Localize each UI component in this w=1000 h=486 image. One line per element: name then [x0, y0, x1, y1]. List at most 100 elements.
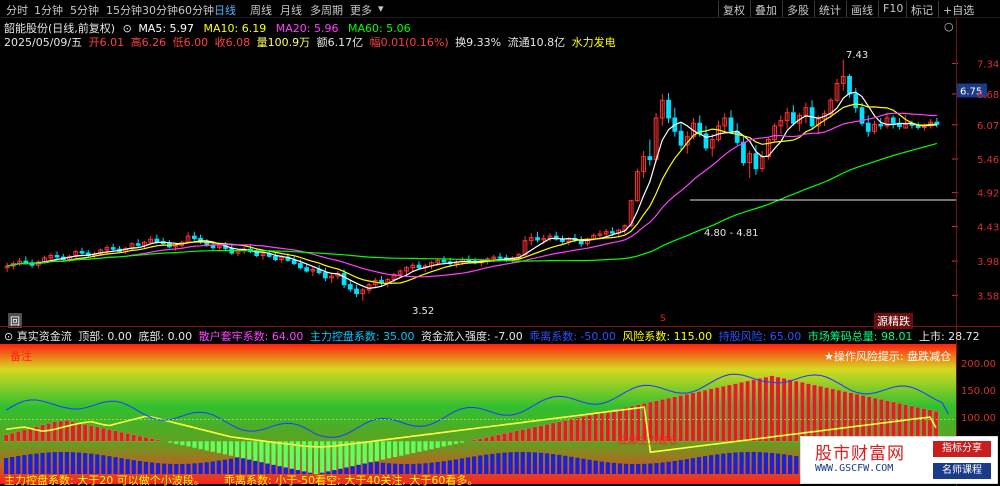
base-bar	[642, 463, 647, 474]
candle-body	[497, 256, 503, 259]
inflow-bar	[581, 416, 586, 442]
low-marker: 3.52	[412, 306, 435, 317]
inflow-bar	[842, 391, 848, 442]
candlestick-chart[interactable]: 6.757.346.686.075.464.924.433.983.58	[0, 0, 1000, 326]
inflow-bar	[28, 428, 33, 442]
base-bar	[684, 459, 689, 474]
candle-body	[890, 117, 896, 124]
inflow-bar	[119, 431, 124, 442]
inflow-bar	[696, 391, 702, 442]
mini-marker: S	[660, 314, 666, 324]
candle-body	[878, 123, 884, 127]
outflow-bar	[253, 441, 258, 461]
base-bar	[551, 454, 556, 474]
base-bar	[64, 452, 70, 474]
inflow-bar	[763, 376, 769, 442]
inflow-bar	[46, 423, 51, 442]
base-bar	[538, 452, 544, 474]
inflow-bar	[563, 420, 568, 442]
watermark-tag-share: 指标分享	[933, 441, 991, 457]
inflow-bar	[781, 378, 787, 442]
outflow-bar	[405, 441, 410, 455]
note-label: 备注	[10, 350, 32, 363]
inflow-bar	[544, 424, 550, 442]
inflow-bar	[599, 412, 605, 442]
listing-value: 上市: 28.72	[918, 330, 980, 343]
inflow-bar	[95, 426, 100, 442]
inflow-bar	[16, 431, 21, 442]
ma10-line	[6, 103, 937, 285]
base-bar	[58, 452, 63, 474]
inflow-bar	[569, 418, 574, 442]
circle-icon[interactable]: ○	[944, 20, 954, 33]
inflow-bar	[143, 437, 149, 442]
price-axis-label-2: 6.07	[977, 121, 999, 132]
indicator-axis-label-2: 100.00	[961, 413, 996, 425]
candle-body	[291, 259, 297, 265]
base-bar	[581, 458, 586, 474]
inflow-bar	[866, 396, 872, 442]
base-bar	[660, 462, 665, 474]
outflow-bar	[198, 441, 203, 450]
inflow-bar	[471, 439, 477, 442]
inflow-bar	[830, 388, 836, 442]
price-axis-label-3: 5.46	[977, 155, 999, 166]
base-bar	[210, 461, 215, 474]
candle-body	[865, 122, 871, 132]
base-bar	[563, 455, 568, 474]
candle-body	[79, 251, 85, 254]
base-bar	[781, 454, 787, 474]
ma5-line	[6, 91, 937, 290]
candle-body	[110, 247, 116, 250]
inflow-bar	[769, 375, 775, 442]
indicator-axis-label-1: 150.00	[961, 386, 996, 398]
inflow-bar	[787, 379, 793, 442]
watermark-title: 股市财富网	[815, 444, 905, 464]
base-bar	[636, 463, 641, 474]
right-axis-separator	[956, 18, 957, 486]
candle-body	[790, 112, 796, 124]
outflow-bar	[241, 441, 246, 459]
indicator-toggle-icon[interactable]: ⊙	[4, 330, 13, 343]
candle-body	[847, 75, 852, 95]
inflow-bar	[550, 422, 556, 442]
base-bar	[745, 452, 750, 474]
outflow-bar	[459, 441, 465, 443]
outflow-bar	[447, 441, 452, 446]
outflow-bar	[210, 441, 215, 452]
inflow-bar	[82, 424, 88, 442]
footer-left-text: 主力控盘系数: 大于20 可以做个小波段。	[4, 474, 205, 486]
top-value: 顶部: 0.00	[78, 330, 132, 343]
inflow-bar	[684, 393, 690, 442]
range-marker: 4.80 - 4.81	[704, 228, 759, 239]
inflow-bar	[502, 433, 507, 442]
inflow-bar	[733, 383, 738, 442]
outflow-bar	[411, 441, 416, 454]
base-bar	[575, 457, 580, 474]
price-axis-label-4: 4.92	[977, 189, 999, 200]
inflow-bar	[854, 393, 860, 442]
outflow-bar	[204, 441, 209, 451]
outflow-bar	[435, 441, 440, 448]
bottom-signal-label: 底部主力建仓	[618, 436, 678, 447]
inflow-bar	[149, 438, 155, 442]
outflow-bar	[399, 441, 404, 456]
inflow-bar	[860, 395, 866, 442]
base-bar	[769, 452, 775, 474]
candle-body	[135, 243, 141, 246]
base-bar	[490, 453, 495, 474]
inflow-bar	[58, 420, 64, 442]
inflow-bar	[107, 429, 112, 442]
base-bar	[34, 453, 39, 474]
candle-body	[298, 263, 303, 269]
base-bar	[496, 453, 501, 474]
outflow-bar	[259, 441, 264, 463]
inflow-bar	[484, 437, 489, 442]
indicator-name[interactable]: 真实资金流	[17, 330, 72, 343]
inflow-bar	[40, 424, 45, 442]
watermark-url: WWW.GSCFW.COM	[815, 463, 894, 474]
inflow-bar	[812, 384, 817, 442]
outflow-bar	[441, 441, 446, 447]
base-bar	[520, 452, 525, 474]
base-bar	[593, 460, 598, 474]
